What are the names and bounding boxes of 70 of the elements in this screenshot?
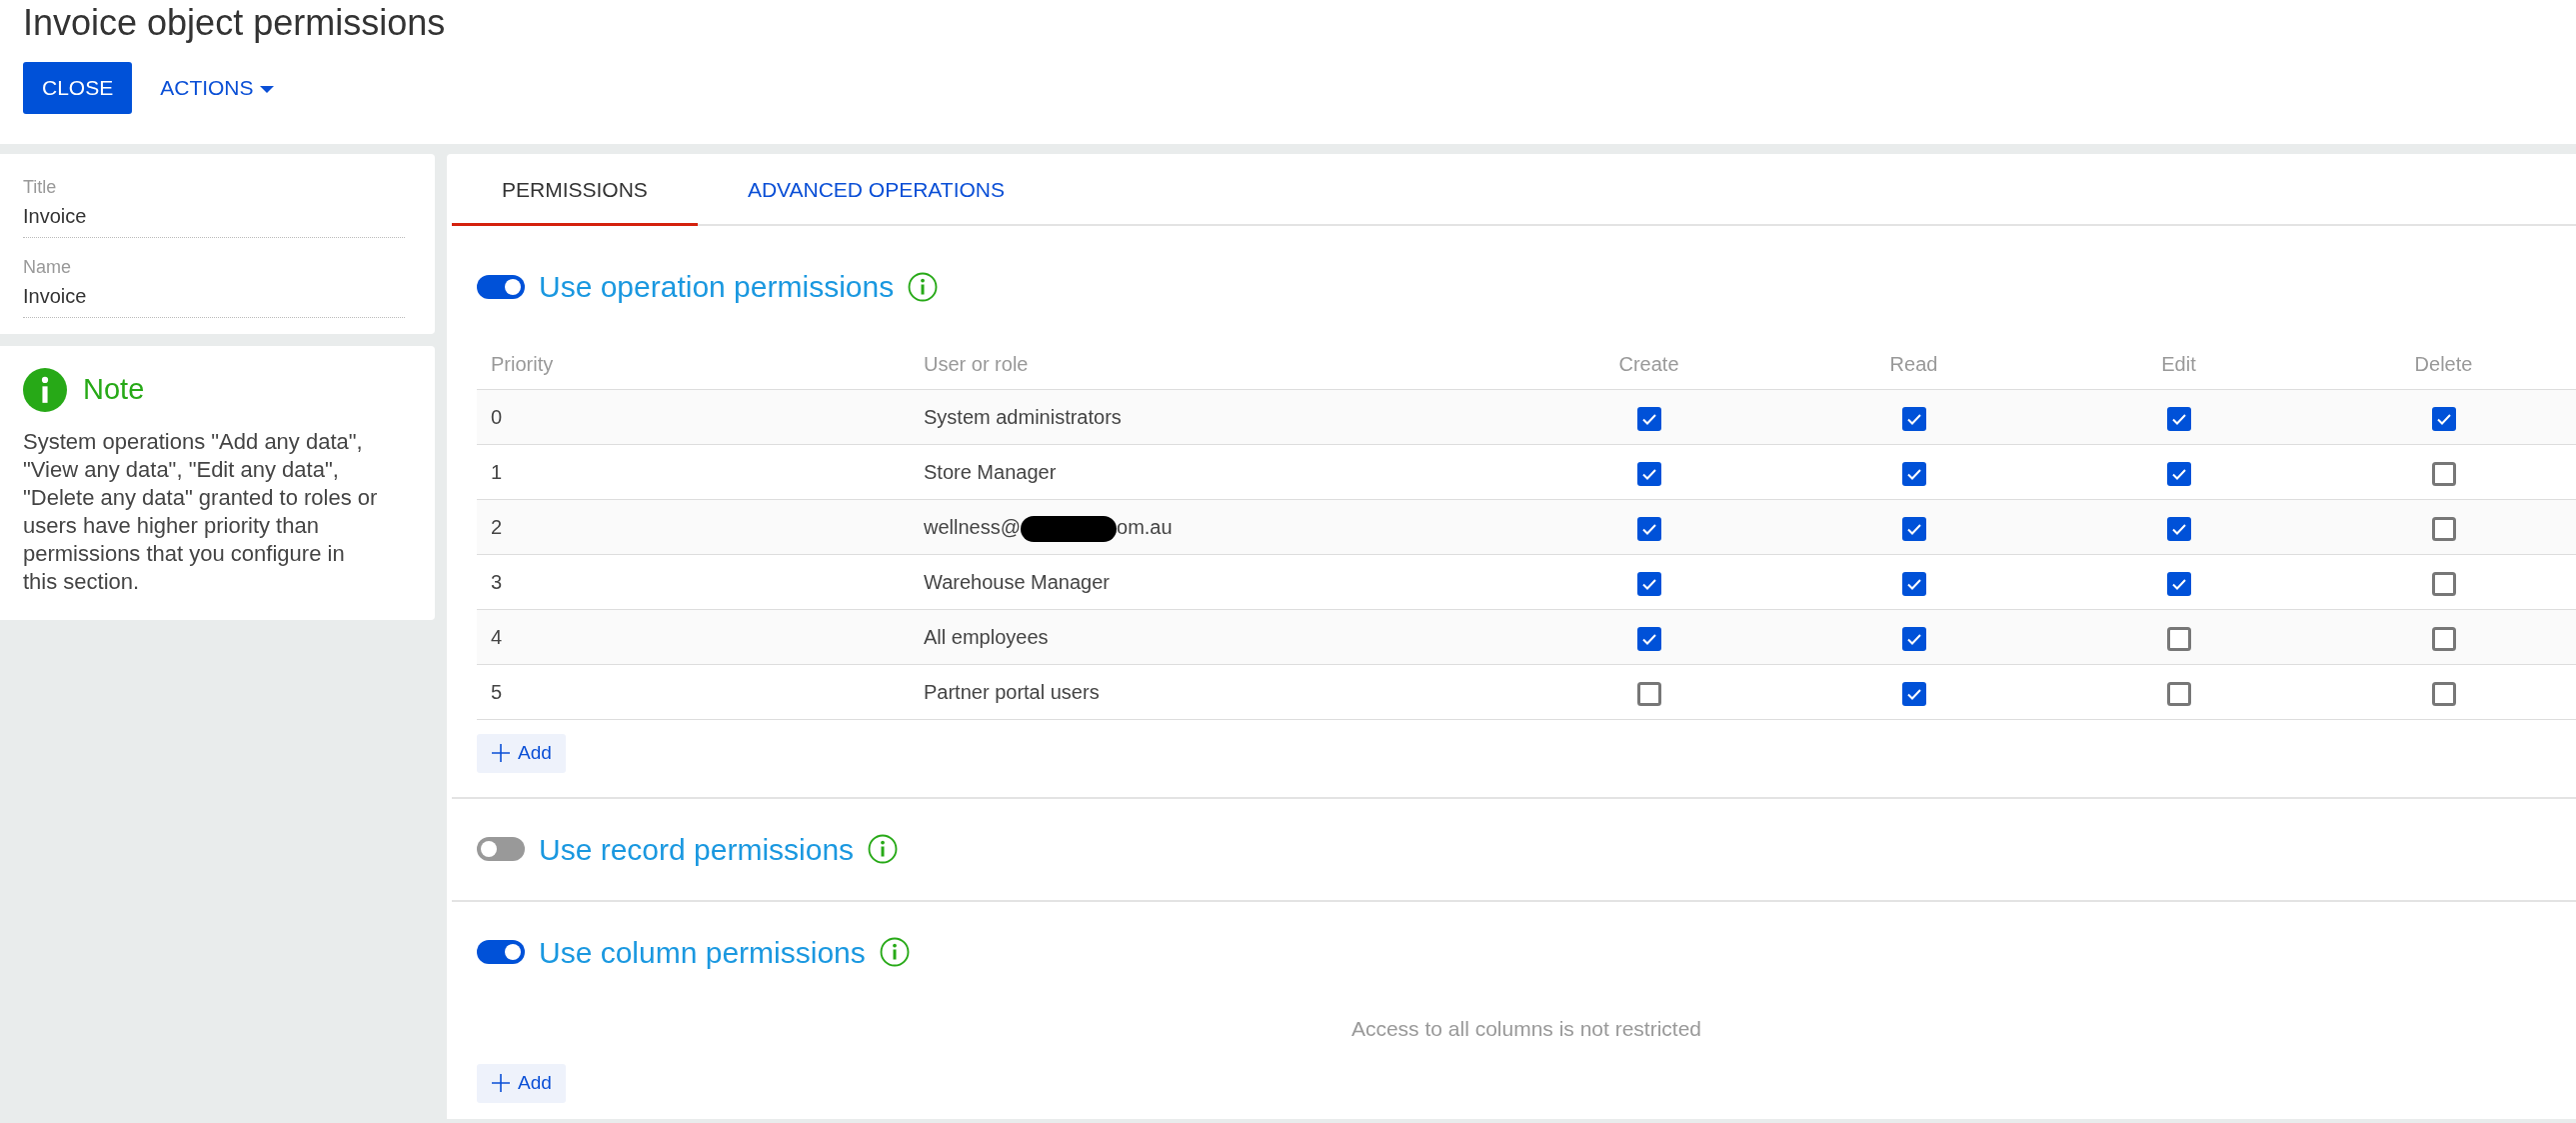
table-cell: Store Manager (910, 444, 1516, 500)
checkbox[interactable] (1636, 461, 1661, 486)
checkbox[interactable] (2166, 406, 2191, 431)
checkbox[interactable] (1901, 571, 1926, 596)
column-header: Create (1516, 333, 1781, 390)
section-title: Use record permissions (539, 831, 855, 868)
table-cell: Warehouse Manager (910, 554, 1516, 610)
field-label: Title (23, 175, 58, 199)
info-icon (23, 367, 67, 412)
checkbox[interactable] (2431, 626, 2456, 651)
section-title: Use column permissions (539, 934, 866, 971)
note-title: Note (83, 371, 145, 407)
plus-icon (491, 1073, 511, 1094)
checkbox[interactable] (1636, 681, 1661, 706)
checkbox[interactable] (1901, 681, 1926, 706)
checkbox[interactable] (1636, 626, 1661, 651)
checkbox[interactable] (2166, 681, 2191, 706)
add-button[interactable]: Add (477, 734, 566, 773)
page-title: Invoice object permissions (23, 1, 447, 45)
checkbox[interactable] (2166, 461, 2191, 486)
checkbox[interactable] (2166, 516, 2191, 541)
table-cell: 5 (477, 664, 910, 720)
table-cell: 2 (477, 499, 910, 555)
checkbox[interactable] (2166, 571, 2191, 596)
checkbox[interactable] (1901, 406, 1926, 431)
field-value: Invoice (23, 283, 88, 309)
column-header: Read (1781, 333, 2046, 390)
plus-icon (491, 743, 511, 764)
checkbox[interactable] (2431, 461, 2456, 486)
toggle-switch[interactable] (477, 940, 525, 964)
note-text: System operations "Add any data", "View any data", "Edit any data", "Delete any data" granted to roles or users have higher priority than permissions that you configure in this section. (23, 427, 379, 596)
info-icon[interactable] (879, 937, 910, 967)
table-cell: Partner portal users (910, 664, 1516, 720)
field-value: Invoice (23, 203, 88, 229)
toggle-switch[interactable] (477, 274, 525, 299)
info-icon[interactable] (908, 271, 939, 302)
info-icon[interactable] (868, 834, 899, 864)
checkbox[interactable] (1636, 571, 1661, 596)
checkbox[interactable] (1901, 461, 1926, 486)
checkbox[interactable] (2166, 626, 2191, 651)
table-cell: 4 (477, 609, 910, 665)
caret-icon (259, 85, 274, 93)
column-header: User or role (910, 333, 1516, 390)
checkbox[interactable] (1636, 516, 1661, 541)
tab[interactable]: ADVANCED OPERATIONS (697, 153, 1055, 226)
checkbox[interactable] (1901, 516, 1926, 541)
column-header: Delete (2311, 333, 2576, 390)
add-button[interactable]: Add (477, 1064, 566, 1103)
checkbox[interactable] (2431, 571, 2456, 596)
tab[interactable]: PERMISSIONS (452, 153, 698, 226)
checkbox[interactable] (2431, 681, 2456, 706)
section-title: Use operation permissions (539, 269, 895, 305)
field-label: Name (23, 255, 72, 279)
checkbox[interactable] (1901, 626, 1926, 651)
checkbox[interactable] (2431, 406, 2456, 431)
table-cell: System administrators (910, 389, 1516, 445)
column-header: Edit (2046, 333, 2311, 390)
table-cell: All employees (910, 609, 1516, 665)
checkbox[interactable] (2431, 516, 2456, 541)
checkbox[interactable] (1636, 406, 1661, 431)
column-header: Priority (477, 333, 910, 390)
email-text: om.au (1117, 516, 1173, 538)
empty-message: Access to all columns is not restricted (1349, 1015, 1703, 1042)
table-cell: 3 (477, 554, 910, 610)
actions-button[interactable]: ACTIONS (140, 62, 294, 114)
email-text: wellness@ (924, 516, 1021, 538)
table-cell: 1 (477, 444, 910, 500)
table-cell: 0 (477, 389, 910, 445)
close-button[interactable]: CLOSE (23, 62, 133, 114)
toggle-switch[interactable] (477, 837, 525, 861)
